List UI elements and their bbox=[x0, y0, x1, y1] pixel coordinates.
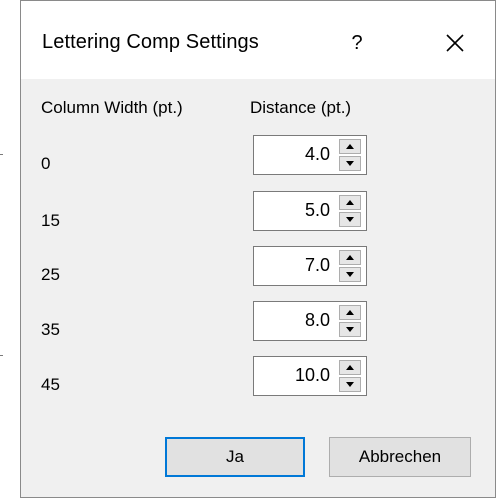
spin-arrows bbox=[339, 250, 363, 282]
spin-up-button[interactable] bbox=[339, 139, 361, 154]
spin-arrows bbox=[339, 360, 363, 392]
arrow-up-icon bbox=[346, 144, 354, 149]
arrow-down-icon bbox=[346, 272, 354, 277]
arrow-up-icon bbox=[346, 255, 354, 260]
distance-spinbox[interactable]: 8.0 bbox=[253, 301, 367, 341]
window-edge-tick bbox=[0, 355, 3, 356]
arrow-down-icon bbox=[346, 382, 354, 387]
spin-down-button[interactable] bbox=[339, 156, 361, 171]
column-width-value: 35 bbox=[41, 320, 60, 339]
spin-down-button[interactable] bbox=[339, 267, 361, 282]
spin-up-button[interactable] bbox=[339, 360, 361, 375]
spin-arrows bbox=[339, 305, 363, 337]
distance-value[interactable]: 7.0 bbox=[305, 255, 330, 276]
cancel-button[interactable]: Abbrechen bbox=[329, 437, 471, 477]
distance-spinbox[interactable]: 4.0 bbox=[253, 135, 367, 175]
title-bar: Lettering Comp Settings ? bbox=[21, 1, 495, 79]
column-width-value: 25 bbox=[41, 265, 60, 284]
distance-spinbox[interactable]: 5.0 bbox=[253, 191, 367, 231]
distance-value[interactable]: 4.0 bbox=[305, 144, 330, 165]
close-button[interactable] bbox=[435, 23, 475, 63]
distance-value[interactable]: 8.0 bbox=[305, 310, 330, 331]
column-width-value: 15 bbox=[41, 211, 60, 230]
arrow-down-icon bbox=[346, 161, 354, 166]
distance-spinbox[interactable]: 10.0 bbox=[253, 356, 367, 396]
spin-arrows bbox=[339, 195, 363, 227]
distance-header: Distance (pt.) bbox=[250, 98, 352, 117]
column-width-value: 45 bbox=[41, 375, 60, 394]
column-width-value: 0 bbox=[41, 154, 51, 173]
close-icon bbox=[446, 34, 464, 52]
arrow-down-icon bbox=[346, 217, 354, 222]
arrow-up-icon bbox=[346, 365, 354, 370]
dialog-title: Lettering Comp Settings bbox=[42, 31, 259, 53]
help-button[interactable]: ? bbox=[339, 25, 375, 61]
ok-button[interactable]: Ja bbox=[165, 437, 305, 477]
spin-down-button[interactable] bbox=[339, 322, 361, 337]
spin-down-button[interactable] bbox=[339, 377, 361, 392]
column-width-header: Column Width (pt.) bbox=[41, 98, 183, 117]
dialog-content: Column Width (pt.) Distance (pt.) 0 4.0 … bbox=[21, 79, 495, 497]
arrow-down-icon bbox=[346, 327, 354, 332]
arrow-up-icon bbox=[346, 200, 354, 205]
spin-up-button[interactable] bbox=[339, 195, 361, 210]
distance-spinbox[interactable]: 7.0 bbox=[253, 246, 367, 286]
arrow-up-icon bbox=[346, 310, 354, 315]
spin-up-button[interactable] bbox=[339, 305, 361, 320]
distance-value[interactable]: 5.0 bbox=[305, 200, 330, 221]
spin-arrows bbox=[339, 139, 363, 171]
lettering-comp-dialog: Lettering Comp Settings ? Column Width (… bbox=[20, 0, 496, 498]
spin-down-button[interactable] bbox=[339, 212, 361, 227]
window-edge-tick bbox=[0, 154, 3, 155]
distance-value[interactable]: 10.0 bbox=[295, 365, 330, 386]
spin-up-button[interactable] bbox=[339, 250, 361, 265]
